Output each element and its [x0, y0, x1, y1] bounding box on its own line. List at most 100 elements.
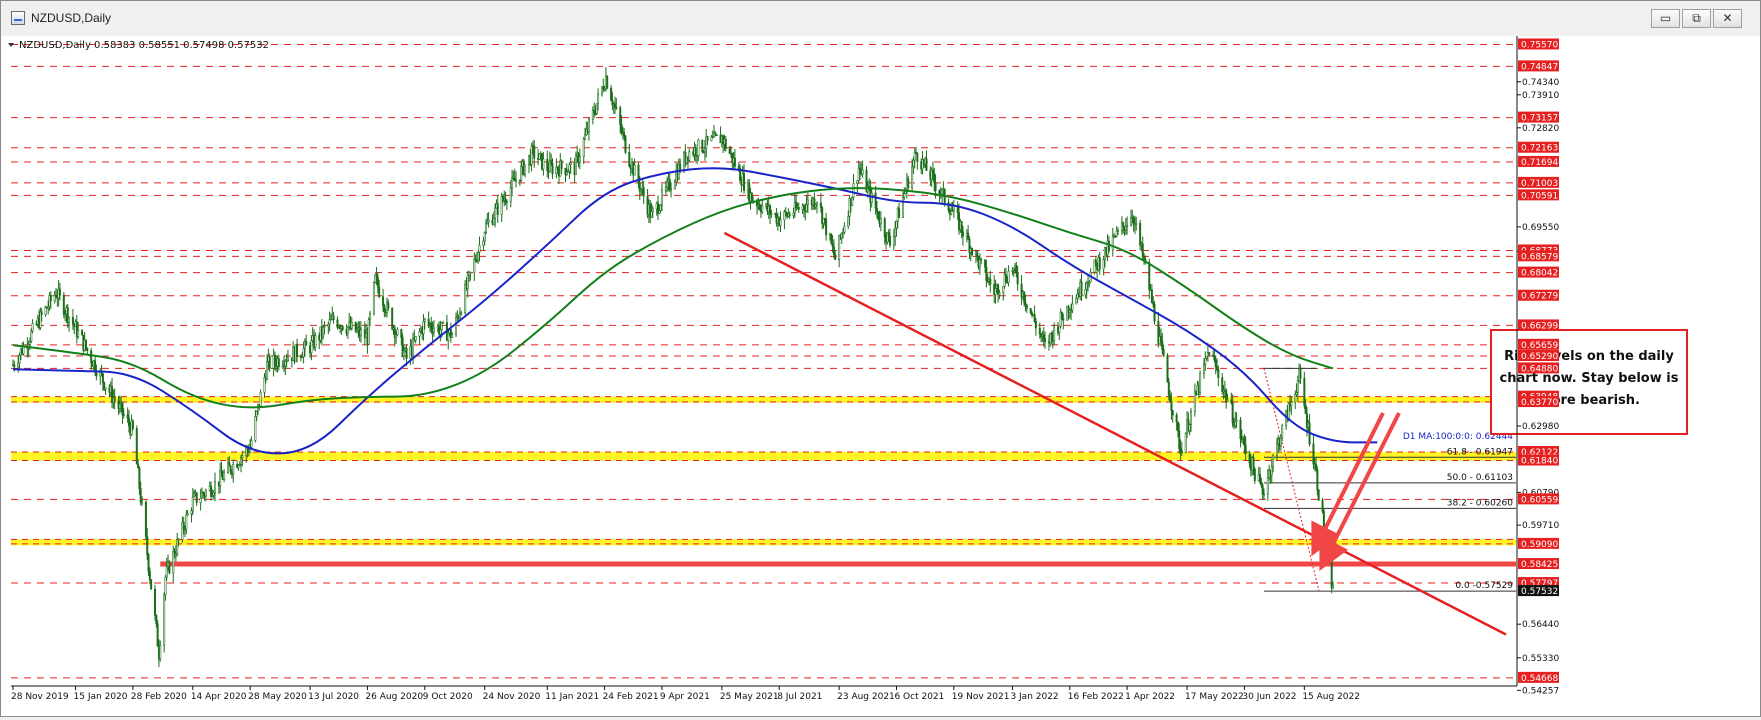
price-level-label: 0.74847 [1521, 62, 1558, 72]
candle-body [1315, 463, 1318, 471]
candle-body [898, 208, 901, 218]
candle-body [504, 198, 507, 203]
price-level-label: 0.68579 [1521, 252, 1558, 262]
candle-body [1175, 414, 1178, 423]
candle-body [1111, 236, 1114, 251]
candle-body [1159, 336, 1162, 342]
candle-body [1188, 424, 1191, 431]
candle-body [737, 165, 740, 169]
candle-body [743, 173, 746, 191]
candle-body [1260, 481, 1263, 486]
candle-body [1244, 444, 1247, 454]
candle-body [277, 358, 280, 368]
candle-body [797, 207, 800, 210]
candle-body [1208, 352, 1211, 356]
x-tick-label: 19 Nov 2021 [952, 692, 1010, 702]
candle-body [139, 488, 142, 503]
candle-body [30, 330, 33, 342]
x-tick-label: 14 Apr 2020 [191, 692, 247, 702]
candle-body [758, 204, 761, 210]
candle-body [177, 539, 180, 541]
candle-body [582, 138, 585, 157]
candle-body [610, 87, 613, 101]
chart-window: NZDUSD,Daily ▭ ⧉ ✕ 61.8 - 0.61947 50.0 - … [0, 0, 1761, 717]
candle-body [688, 151, 691, 161]
candle-body [138, 467, 141, 489]
candle-body [1016, 273, 1019, 285]
candle-body [1253, 468, 1256, 481]
candle-body [838, 234, 841, 260]
candle-body [18, 354, 21, 364]
fib-level-label: 61.8 - 0.61947 [1447, 447, 1513, 457]
candle-body [1169, 394, 1172, 402]
candle-body [359, 329, 362, 337]
candle-body [578, 156, 581, 163]
candle-body [994, 288, 997, 295]
candlestick-chart[interactable]: 61.8 - 0.61947 50.0 - 0.61103 38.2 - 0.602… [1, 36, 1760, 716]
restore-button[interactable]: ⧉ [1682, 9, 1711, 28]
candle-body [901, 197, 904, 218]
candle-body [1135, 222, 1138, 225]
candle-body [268, 356, 271, 369]
candle-body [191, 496, 194, 512]
candle-body [195, 492, 198, 503]
candle-body [241, 455, 244, 459]
candle-body [232, 464, 235, 475]
x-tick-label: 25 May 2021 [720, 692, 779, 702]
candle-body [1126, 225, 1129, 228]
candle-body [1279, 437, 1282, 447]
candle-body [81, 330, 84, 336]
candle-body [1141, 243, 1144, 257]
candle-body [642, 187, 645, 197]
candle-body [259, 392, 262, 407]
y-tick-label: 0.54257 [1522, 686, 1559, 696]
candle-body [442, 322, 445, 324]
candle-body [1012, 267, 1015, 271]
x-tick-label: 13 Jul 2020 [308, 692, 359, 702]
candle-body [624, 135, 627, 153]
candle-body [1266, 477, 1269, 495]
candle-body [1167, 381, 1170, 396]
candle-body [273, 354, 276, 364]
candle-body [466, 274, 469, 289]
candle-body [1053, 326, 1056, 342]
candle-body [1042, 334, 1045, 340]
candle-body [761, 205, 764, 213]
candle-body [375, 274, 378, 278]
candle-body [595, 103, 598, 114]
price-level-label: 0.75570 [1521, 40, 1558, 50]
candle-body [1162, 349, 1165, 356]
candle-body [659, 204, 662, 211]
candle-body [402, 350, 405, 357]
candle-body [1217, 369, 1220, 378]
candle-body [831, 243, 834, 248]
candle-body [477, 251, 480, 261]
candle-body [703, 148, 706, 152]
title-bar[interactable]: NZDUSD,Daily ▭ ⧉ ✕ [1, 1, 1760, 37]
chart-area[interactable]: 61.8 - 0.61947 50.0 - 0.61103 38.2 - 0.602… [1, 36, 1760, 716]
candle-body [341, 325, 344, 331]
candle-body [851, 196, 854, 206]
candle-body [323, 326, 326, 328]
y-tick-label: 0.59710 [1522, 521, 1559, 531]
x-tick-label: 6 Oct 2021 [894, 692, 944, 702]
candle-body [418, 331, 421, 337]
candle-body [1179, 448, 1182, 452]
price-level-label: 0.70591 [1521, 191, 1558, 201]
candle-body [1024, 302, 1027, 306]
candle-body [451, 334, 454, 338]
candle-body [185, 514, 188, 530]
candle-body [542, 158, 545, 170]
candle-body [496, 203, 499, 215]
candle-body [17, 362, 20, 368]
candle-body [1102, 259, 1105, 270]
candle-body [193, 493, 196, 498]
minimize-button[interactable]: ▭ [1651, 9, 1680, 28]
price-level-label: 0.71003 [1521, 179, 1558, 189]
candle-body [533, 145, 536, 159]
candle-body [788, 213, 791, 216]
candle-body [971, 248, 974, 255]
close-button[interactable]: ✕ [1713, 9, 1742, 28]
candle-body [1161, 340, 1164, 350]
candle-body [931, 169, 934, 174]
